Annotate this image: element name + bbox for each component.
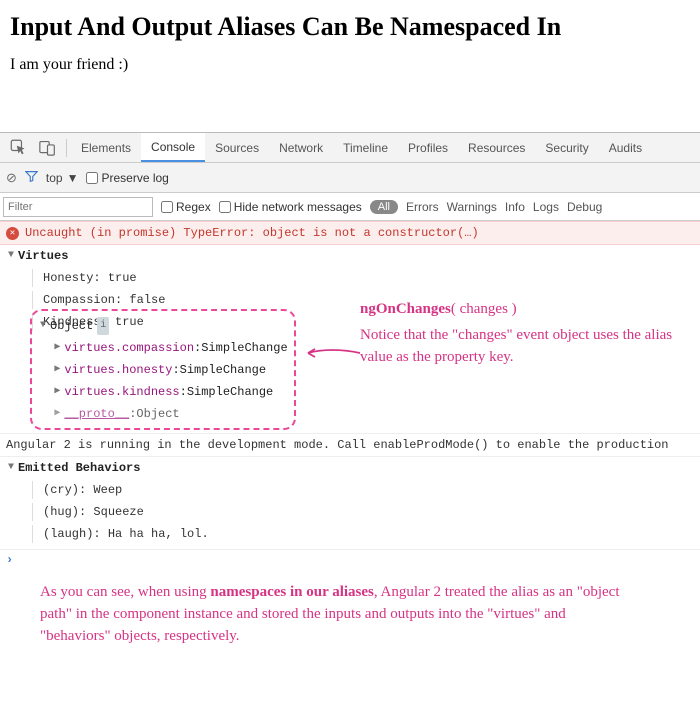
list-item: (cry): Weep (0, 479, 700, 501)
tab-sources[interactable]: Sources (205, 133, 269, 162)
tab-separator (66, 139, 67, 157)
group-behaviors[interactable]: ▼ Emitted Behaviors (0, 456, 700, 479)
list-item[interactable]: ▶virtues.honesty: SimpleChange (38, 359, 288, 381)
annotation-bottom: As you can see, when using namespaces in… (40, 582, 630, 647)
device-toggle-icon[interactable] (33, 133, 62, 162)
annotation-text: namespaces in our aliases (210, 584, 373, 600)
devtools-panel: Elements Console Sources Network Timelin… (0, 132, 700, 647)
value: false (129, 293, 165, 307)
object-row[interactable]: ▼ Object i (38, 315, 288, 337)
key: virtues.kindness (64, 383, 179, 401)
tab-console[interactable]: Console (141, 133, 205, 162)
key: (hug) (43, 505, 79, 519)
tab-resources[interactable]: Resources (458, 133, 535, 162)
regex-checkbox[interactable]: Regex (161, 200, 211, 214)
key: Compassion (43, 293, 115, 307)
value: Squeeze (93, 505, 143, 519)
value: SimpleChange (187, 383, 273, 401)
group-virtues-label: Virtues (18, 247, 68, 265)
annotation-text: Notice that the "changes" event object u… (360, 325, 680, 369)
disclosure-right-icon: ▶ (52, 361, 62, 379)
regex-label: Regex (176, 200, 211, 214)
regex-input[interactable] (161, 201, 173, 213)
disclosure-right-icon: ▶ (52, 405, 62, 423)
highlighted-object-box: ▼ Object i ▶virtues.compassion: SimpleCh… (30, 309, 296, 430)
key: (laugh) (43, 527, 93, 541)
preserve-log-label: Preserve log (101, 171, 168, 185)
page-subtext: I am your friend :) (10, 56, 690, 74)
group-virtues[interactable]: ▼ Virtues (0, 245, 700, 267)
value: SimpleChange (180, 361, 266, 379)
key: __proto__ (64, 405, 129, 423)
list-item: Honesty: true (0, 267, 700, 289)
clear-console-icon[interactable]: ⊘ (6, 170, 17, 186)
tab-profiles[interactable]: Profiles (398, 133, 458, 162)
level-debug[interactable]: Debug (567, 200, 602, 214)
level-all[interactable]: All (370, 200, 398, 214)
group-behaviors-label: Emitted Behaviors (18, 459, 140, 477)
tab-timeline[interactable]: Timeline (333, 133, 398, 162)
filter-input[interactable] (3, 197, 153, 217)
annotation-text: ( changes ) (451, 301, 517, 317)
value: true (108, 271, 137, 285)
preserve-log-checkbox[interactable]: Preserve log (86, 171, 168, 185)
level-errors[interactable]: Errors (406, 200, 439, 214)
disclosure-right-icon: ▶ (52, 383, 62, 401)
value: Ha ha ha, lol. (108, 527, 209, 541)
disclosure-down-icon: ▼ (38, 317, 48, 335)
level-info[interactable]: Info (505, 200, 525, 214)
object-label: Object (50, 317, 93, 335)
console-error-row[interactable]: ✕ Uncaught (in promise) TypeError: objec… (0, 221, 700, 245)
list-item[interactable]: ▶virtues.kindness: SimpleChange (38, 381, 288, 403)
key: virtues.compassion (64, 339, 194, 357)
hide-network-label: Hide network messages (234, 200, 362, 214)
tab-elements[interactable]: Elements (71, 133, 141, 162)
console-log-row: Angular 2 is running in the development … (0, 433, 700, 456)
tab-audits[interactable]: Audits (599, 133, 652, 162)
annotation-right: ngOnChanges( changes ) Notice that the "… (360, 299, 680, 368)
value: SimpleChange (201, 339, 287, 357)
value: Object (136, 405, 179, 423)
devtools-tabbar: Elements Console Sources Network Timelin… (0, 133, 700, 163)
list-item: (hug): Squeeze (0, 501, 700, 523)
hide-network-input[interactable] (219, 201, 231, 213)
console-filterbar: Regex Hide network messages All Errors W… (0, 193, 700, 221)
annotation-text: ngOnChanges (360, 301, 451, 317)
level-logs[interactable]: Logs (533, 200, 559, 214)
annotation-text: As you can see, when using (40, 584, 210, 600)
console-error-text: Uncaught (in promise) TypeError: object … (25, 224, 479, 242)
tab-network[interactable]: Network (269, 133, 333, 162)
list-item[interactable]: ▶__proto__: Object (38, 403, 288, 425)
console-body: ✕ Uncaught (in promise) TypeError: objec… (0, 221, 700, 549)
error-icon: ✕ (6, 227, 19, 240)
level-warnings[interactable]: Warnings (447, 200, 497, 214)
chevron-down-icon: ▼ (67, 171, 79, 185)
context-selector[interactable]: top ▼ (46, 171, 79, 185)
preserve-log-input[interactable] (86, 172, 98, 184)
list-item[interactable]: ▶virtues.compassion: SimpleChange (38, 337, 288, 359)
inspect-icon[interactable] (4, 133, 33, 162)
context-label: top (46, 171, 67, 185)
disclosure-right-icon: ▶ (52, 339, 62, 357)
console-log-text: Angular 2 is running in the development … (6, 436, 669, 454)
filter-icon[interactable] (25, 170, 38, 186)
console-prompt-icon[interactable]: › (0, 550, 19, 570)
console-toolbar: ⊘ top ▼ Preserve log (0, 163, 700, 193)
page-title: Input And Output Aliases Can Be Namespac… (10, 12, 690, 42)
key: (cry) (43, 483, 79, 497)
key: virtues.honesty (64, 361, 172, 379)
disclosure-down-icon: ▼ (6, 459, 16, 477)
info-icon[interactable]: i (97, 317, 109, 335)
key: Honesty (43, 271, 93, 285)
value: Weep (93, 483, 122, 497)
hide-network-checkbox[interactable]: Hide network messages (219, 200, 362, 214)
list-item: (laugh): Ha ha ha, lol. (0, 523, 700, 545)
disclosure-down-icon: ▼ (6, 247, 16, 265)
tab-security[interactable]: Security (535, 133, 598, 162)
